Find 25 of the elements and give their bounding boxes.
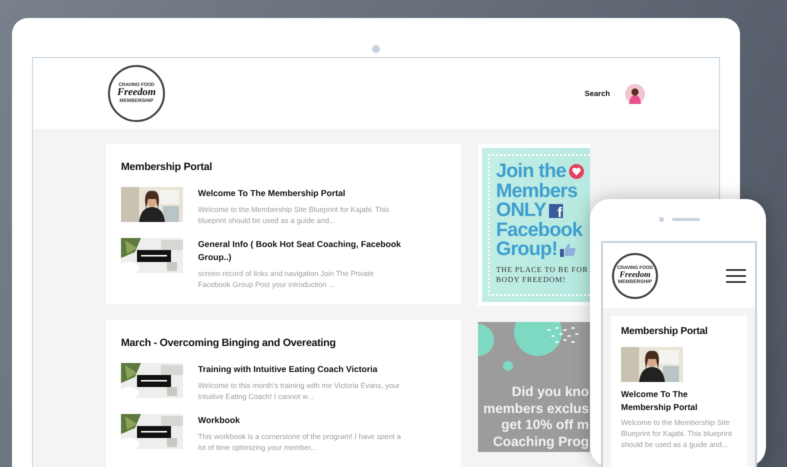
lesson-title[interactable]: Training with Intuitive Eating Coach Victoria [198,363,408,376]
logo-script: Freedom [117,88,156,98]
lesson-title[interactable]: Workbook [198,414,408,427]
menu-icon[interactable] [726,268,746,282]
avatar-icon[interactable] [625,84,645,104]
thumbs-up-icon [560,243,576,258]
speaker-icon [658,215,700,223]
headline-line: ONLY [496,201,546,221]
lesson-title[interactable]: Welcome To The Membership Portal [621,388,737,414]
camera-icon [372,45,380,53]
logo-script: Freedom [619,271,651,280]
section-title: Membership Portal [621,326,709,337]
headline-line: Coaching Prog [492,434,589,450]
headline-line: Join the [496,162,566,182]
headline-line: Group! [496,240,558,260]
headline-line: get 10% off m [501,417,589,434]
section-title: March - Overcoming Binging and Overeating [121,337,337,349]
headline-line: Did you kno [512,384,589,400]
section-title: Membership Portal [121,161,214,173]
headline-line: Members [496,182,578,202]
lesson-title[interactable]: General Info ( Book Hot Seat Coaching, Facebook Group..) [198,238,408,264]
lesson-title[interactable]: Welcome To The Membership Portal [198,187,408,200]
headline-line: members exclus [483,400,589,417]
headline-line: Facebook [496,220,582,240]
facebook-icon: f [548,204,563,218]
